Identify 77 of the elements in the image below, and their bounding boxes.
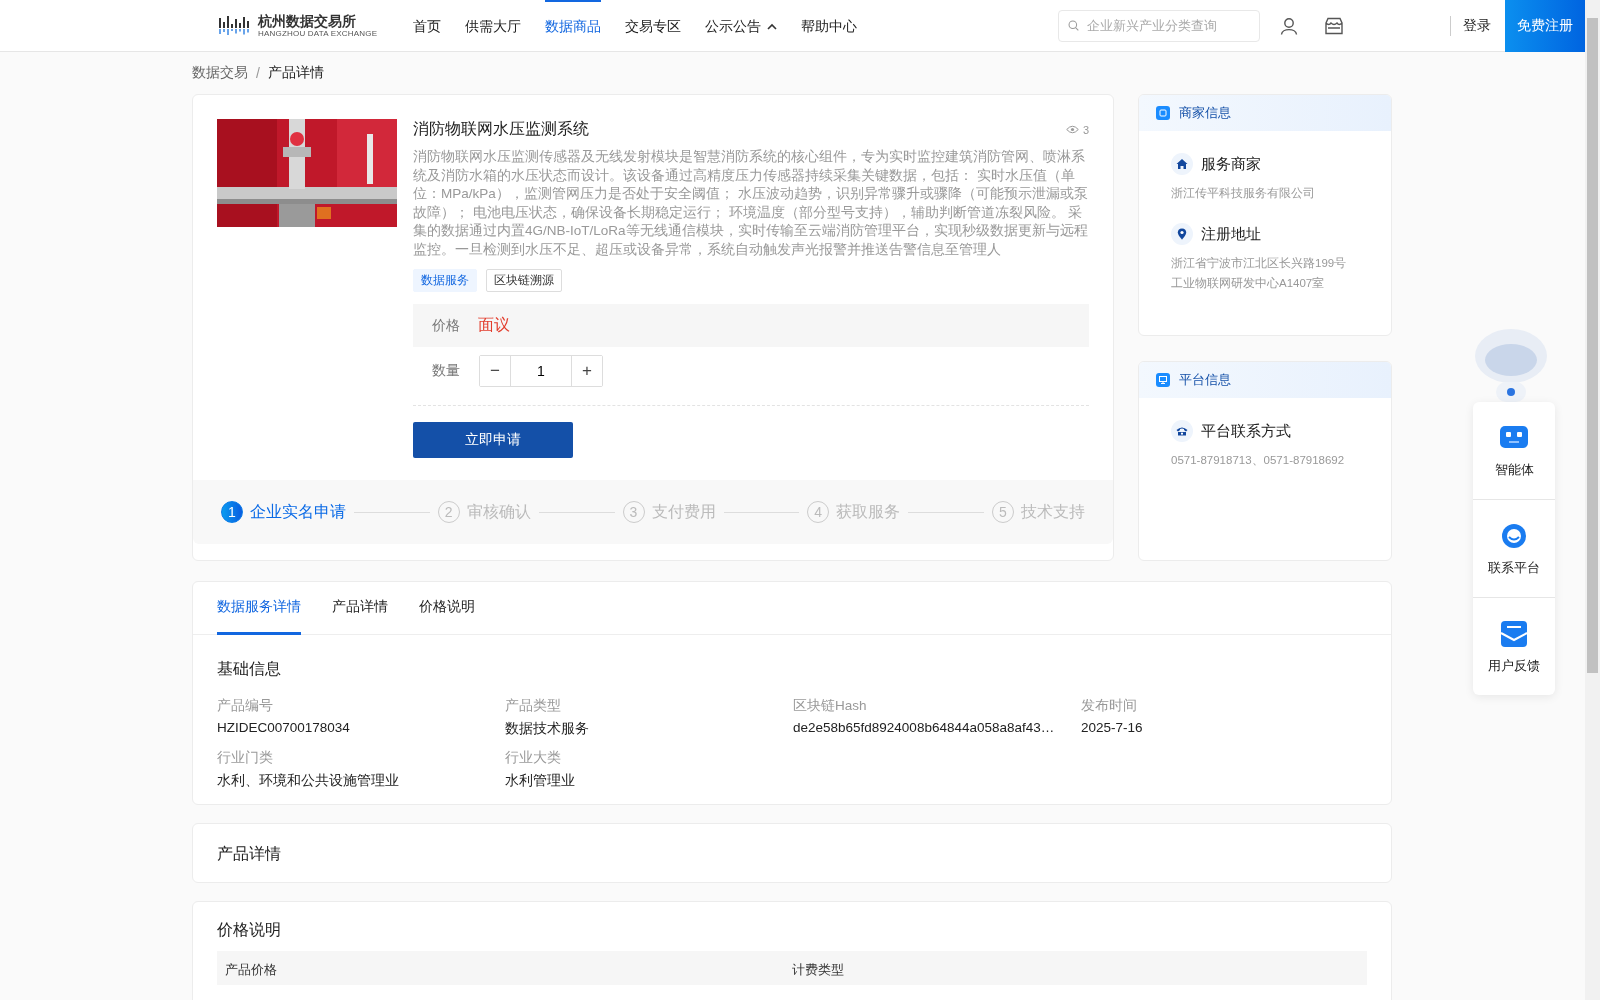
register-button[interactable]: 免费注册 (1505, 0, 1585, 52)
float-item[interactable]: 智能体 (1473, 402, 1555, 499)
nav-link[interactable]: 交易专区 (625, 0, 682, 52)
product-title: 消防物联网水压监测系统 (413, 119, 589, 139)
field-label: 产品编号 (217, 697, 274, 715)
section-heading: 服务商家 (1201, 154, 1261, 174)
store-icon[interactable] (1324, 16, 1344, 35)
mail-icon (1498, 618, 1530, 649)
field-label: 发布时间 (1081, 697, 1138, 715)
nav-link[interactable]: 公示公告 (705, 0, 778, 52)
column-header: 计费类型 (792, 962, 845, 979)
field-label: 行业门类 (217, 749, 274, 767)
field-label: 区块链Hash (793, 697, 868, 715)
search-icon (1068, 18, 1079, 33)
field-label: 行业大类 (505, 749, 562, 767)
nav-link[interactable]: 供需大厅 (465, 0, 522, 52)
location-pin-icon (1171, 223, 1193, 245)
field-value: 水利管理业 (505, 772, 576, 790)
price-label: 价格 (432, 316, 460, 335)
column-header: 产品价格 (225, 962, 278, 979)
section-title: 产品详情 (217, 844, 282, 864)
step-number: 1 (221, 501, 243, 523)
tag: 数据服务 (413, 269, 477, 292)
section-title: 价格说明 (217, 920, 282, 940)
logo-subtitle: HANGZHOU DATA EXCHANGE (258, 29, 378, 38)
search-input[interactable]: 企业新兴产业分类查询 (1085, 17, 1259, 34)
product-description: 消防物联网水压监测传感器及无线发射模块是智慧消防系统的核心组件，专为实时监控建筑消防管网、喷淋系统及消防水箱的水压状态而设计。该设备通过高精度压力传感器持续采集关键数据，包括： 实时水压值（单位：MPa/kPa），监测管网压力是否处于安全阈值； 水压波动趋势，识别异常骤升或骤降（可能预示泄漏或泵故障）； 电池电压状态，确保设备长期稳定运行； 环境温度（部分型号支持），辅助判断管道冻裂风险。 采集的数据通过内置4G/NB-IoT/LoRa等无线通信模块，实时传输至云端消防管理平台，实现秒级数据更新与远程监控。一旦检测到水压不足、超压或设备异常，系统自动触发声光报警并推送告警信息至管理人 (413, 148, 1089, 259)
monitor-icon (1156, 373, 1170, 387)
tab[interactable]: 价格说明 (419, 582, 475, 635)
field-value: 数据技术服务 (505, 720, 590, 738)
field-value: 水利、环境和公共设施管理业 (217, 772, 400, 790)
step-label: 企业实名申请 (250, 501, 346, 522)
step-label: 获取服务 (836, 501, 901, 522)
step-label: 支付费用 (651, 501, 716, 522)
section-text: 工业物联网研发中心A1407室 (1171, 278, 1326, 289)
float-item[interactable]: 联系平台 (1473, 500, 1555, 597)
float-item-label: 智能体 (1494, 460, 1534, 479)
section-heading: 平台联系方式 (1201, 421, 1291, 441)
field-value: HZIDEC00700178034 (217, 720, 351, 735)
card-title: 商家信息 (1179, 104, 1231, 122)
quantity-label: 数量 (432, 362, 460, 380)
float-item-label: 联系平台 (1488, 558, 1540, 577)
login-link[interactable]: 登录 (1463, 16, 1491, 35)
breadcrumb-link[interactable]: 产品详情 (267, 64, 324, 82)
step-label: 审核确认 (466, 501, 531, 522)
view-count: 3 (1082, 123, 1089, 136)
section-text: 0571-87918713、0571-87918692 (1171, 455, 1346, 466)
quantity-stepper[interactable]: − 1 + (479, 355, 603, 387)
field-value: 2025-7-16 (1081, 720, 1144, 735)
price-value: 面议 (478, 315, 510, 335)
logo-name: 杭州数据交易所 (258, 13, 357, 29)
nav-link[interactable]: 首页 (413, 0, 442, 52)
field-value: de2e58b65fd8924008b64844a058a8af43… (793, 720, 1056, 735)
breadcrumb-separator: / (256, 65, 260, 81)
tab[interactable]: 数据服务详情 (217, 582, 301, 635)
home-icon (1171, 153, 1193, 175)
caret-icon (767, 23, 778, 30)
nav-link[interactable]: 帮助中心 (801, 0, 858, 52)
nav-link[interactable]: 数据商品 (545, 0, 602, 52)
phone-icon (1171, 420, 1193, 442)
section-title: 基础信息 (217, 659, 282, 679)
field-label: 产品类型 (505, 697, 562, 715)
section-heading: 注册地址 (1201, 224, 1261, 244)
breadcrumb-link[interactable]: 数据交易 (192, 64, 248, 82)
section-text: 浙江省宁波市江北区长兴路199号 (1171, 258, 1348, 269)
user-icon[interactable] (1280, 16, 1298, 35)
float-item-label: 用户反馈 (1488, 656, 1540, 675)
tag: 区块链溯源 (486, 269, 562, 292)
tab[interactable]: 产品详情 (332, 582, 388, 635)
float-item[interactable]: 用户反馈 (1473, 598, 1555, 695)
card-title: 平台信息 (1179, 371, 1231, 389)
quantity-field[interactable]: 1 (510, 356, 572, 386)
apply-button[interactable]: 立即申请 (413, 422, 573, 458)
eye-icon (1065, 125, 1079, 134)
section-text: 浙江传平科技服务有限公司 (1171, 188, 1316, 199)
step-label: 技术支持 (1021, 501, 1085, 522)
search-field[interactable]: 企业新兴产业分类查询 (1058, 9, 1260, 42)
